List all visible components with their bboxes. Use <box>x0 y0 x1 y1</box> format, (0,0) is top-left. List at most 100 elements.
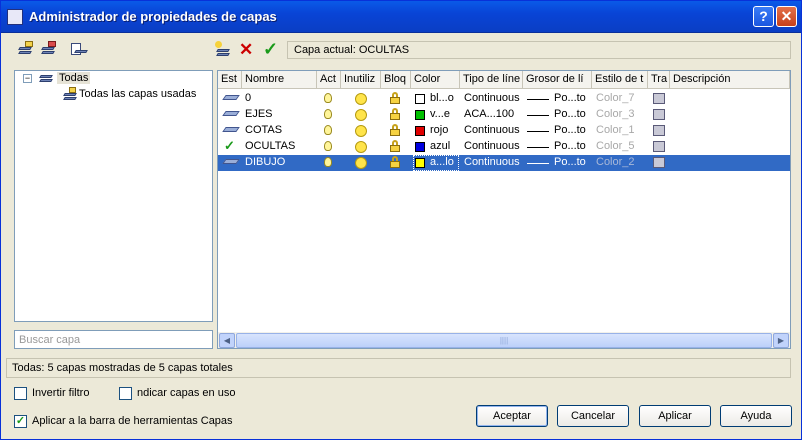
lineweight-sample <box>527 99 549 100</box>
col-header-linetype[interactable]: Tipo de líne <box>460 71 523 89</box>
unlock-icon[interactable] <box>390 140 400 152</box>
linetype[interactable]: Continuous <box>464 156 520 168</box>
lineweight[interactable]: Po...to <box>554 124 586 136</box>
col-header-lock[interactable]: Bloq <box>381 71 411 89</box>
apply-button[interactable]: Aplicar <box>639 405 711 427</box>
layer-name: EJES <box>245 108 273 120</box>
layer-name: OCULTAS <box>245 140 296 152</box>
color-name[interactable]: bl...o <box>430 92 454 104</box>
layers-stack-icon <box>37 73 55 85</box>
filter-tree[interactable]: − Todas Todas las capas usadas <box>14 70 213 322</box>
layer-row[interactable]: 0 bl...o Continuous Po...to Color_7 <box>218 91 790 107</box>
color-swatch[interactable] <box>415 110 425 120</box>
thaw-sun-icon[interactable] <box>355 141 367 153</box>
window-title: Administrador de propiedades de capas <box>29 9 277 24</box>
thaw-sun-icon[interactable] <box>355 93 367 105</box>
col-header-on[interactable]: Act <box>317 71 341 89</box>
layer-properties-dialog: Administrador de propiedades de capas ? … <box>0 0 802 440</box>
scroll-left-arrow-icon[interactable]: ◀ <box>219 333 235 348</box>
cancel-button[interactable]: Cancelar <box>557 405 629 427</box>
layer-row[interactable]: COTAS rojo Continuous Po...to Color_1 <box>218 123 790 139</box>
col-header-color[interactable]: Color <box>411 71 460 89</box>
lineweight[interactable]: Po...to <box>554 140 586 152</box>
close-button[interactable]: ✕ <box>776 6 797 27</box>
current-layer-check-icon: ✓ <box>224 138 235 153</box>
on-bulb-icon[interactable] <box>324 157 332 167</box>
scroll-thumb[interactable]: |||| <box>236 333 772 348</box>
color-name[interactable]: rojo <box>430 124 448 136</box>
printer-icon[interactable] <box>653 157 665 168</box>
layer-status-icon <box>222 159 240 164</box>
status-bar: Todas: 5 capas mostradas de 5 capas tota… <box>6 358 791 378</box>
col-header-status[interactable]: Est <box>218 71 242 89</box>
layer-states-manager-icon[interactable] <box>69 41 88 59</box>
layer-name: 0 <box>245 92 252 104</box>
unlock-icon[interactable] <box>390 156 400 168</box>
color-swatch[interactable] <box>415 126 425 136</box>
linetype[interactable]: Continuous <box>464 124 520 136</box>
col-header-name[interactable]: Nombre <box>242 71 317 89</box>
linetype[interactable]: Continuous <box>464 140 520 152</box>
on-bulb-icon[interactable] <box>324 109 332 119</box>
title-bar[interactable]: Administrador de propiedades de capas ? … <box>1 1 801 33</box>
unlock-icon[interactable] <box>390 108 400 120</box>
lineweight[interactable]: Po...to <box>554 156 586 168</box>
lineweight[interactable]: Po...to <box>554 108 586 120</box>
search-layer-input[interactable]: Buscar capa <box>14 330 213 349</box>
unlock-icon[interactable] <box>390 92 400 104</box>
current-layer-label: Capa actual: OCULTAS <box>287 41 791 59</box>
ok-button[interactable]: Aceptar <box>476 405 548 427</box>
app-icon <box>7 9 23 25</box>
on-bulb-icon[interactable] <box>324 93 332 103</box>
help-button[interactable]: Ayuda <box>720 405 792 427</box>
plot-style: Color_2 <box>596 156 635 168</box>
col-header-freeze[interactable]: Inutiliz <box>341 71 381 89</box>
printer-icon[interactable] <box>653 93 665 104</box>
thaw-sun-icon[interactable] <box>355 157 367 169</box>
collapse-icon[interactable]: − <box>23 74 32 83</box>
printer-icon[interactable] <box>653 125 665 136</box>
color-name[interactable]: azul <box>430 140 450 152</box>
thaw-sun-icon[interactable] <box>355 125 367 137</box>
set-current-icon[interactable]: ✓ <box>263 40 281 58</box>
col-header-plot[interactable]: Tra <box>648 71 670 89</box>
layer-status-icon <box>222 95 240 100</box>
scroll-right-arrow-icon[interactable]: ▶ <box>773 333 789 348</box>
layer-name: COTAS <box>245 124 283 136</box>
new-property-filter-icon[interactable] <box>16 41 34 59</box>
col-header-lineweight[interactable]: Grosor de lí <box>523 71 592 89</box>
printer-icon[interactable] <box>653 109 665 120</box>
indicate-used-layers-checkbox[interactable] <box>119 387 132 400</box>
delete-layer-icon[interactable]: ✕ <box>239 41 257 59</box>
thaw-sun-icon[interactable] <box>355 109 367 121</box>
col-header-description[interactable]: Descripción <box>670 71 790 89</box>
col-header-plot-style[interactable]: Estilo de t <box>592 71 648 89</box>
color-swatch[interactable] <box>415 158 425 168</box>
linetype[interactable]: ACA...100 <box>464 108 514 120</box>
color-swatch[interactable] <box>415 142 425 152</box>
help-title-button[interactable]: ? <box>753 6 774 27</box>
linetype[interactable]: Continuous <box>464 92 520 104</box>
plot-style: Color_1 <box>596 124 635 136</box>
invert-filter-checkbox[interactable] <box>14 387 27 400</box>
on-bulb-icon[interactable] <box>324 141 332 151</box>
color-swatch[interactable] <box>415 94 425 104</box>
printer-icon[interactable] <box>653 141 665 152</box>
layer-row-selected[interactable]: DIBUJO a...lo Continuous Po...to Color_2 <box>218 155 790 171</box>
layer-row[interactable]: EJES v...e ACA...100 Po...to Color_3 <box>218 107 790 123</box>
apply-to-toolbar-checkbox[interactable]: ✓ <box>14 415 27 428</box>
lineweight-sample <box>527 163 549 164</box>
layer-status-icon <box>222 111 240 116</box>
color-name[interactable]: v...e <box>430 108 450 120</box>
new-group-filter-icon[interactable] <box>39 41 57 59</box>
on-bulb-icon[interactable] <box>324 125 332 135</box>
color-name[interactable]: a...lo <box>430 156 454 168</box>
tree-child-used-layers[interactable]: Todas las capas usadas <box>79 88 196 100</box>
lineweight[interactable]: Po...to <box>554 92 586 104</box>
layer-row[interactable]: ✓ OCULTAS azul Continuous Po...to Color_… <box>218 138 790 155</box>
layer-grid[interactable]: Est Nombre Act Inutiliz Bloq Color Tipo … <box>217 70 791 349</box>
new-layer-icon[interactable] <box>214 41 232 59</box>
horizontal-scrollbar[interactable]: ◀ |||| ▶ <box>218 332 790 348</box>
tree-root-todas[interactable]: Todas <box>57 72 91 84</box>
unlock-icon[interactable] <box>390 124 400 136</box>
